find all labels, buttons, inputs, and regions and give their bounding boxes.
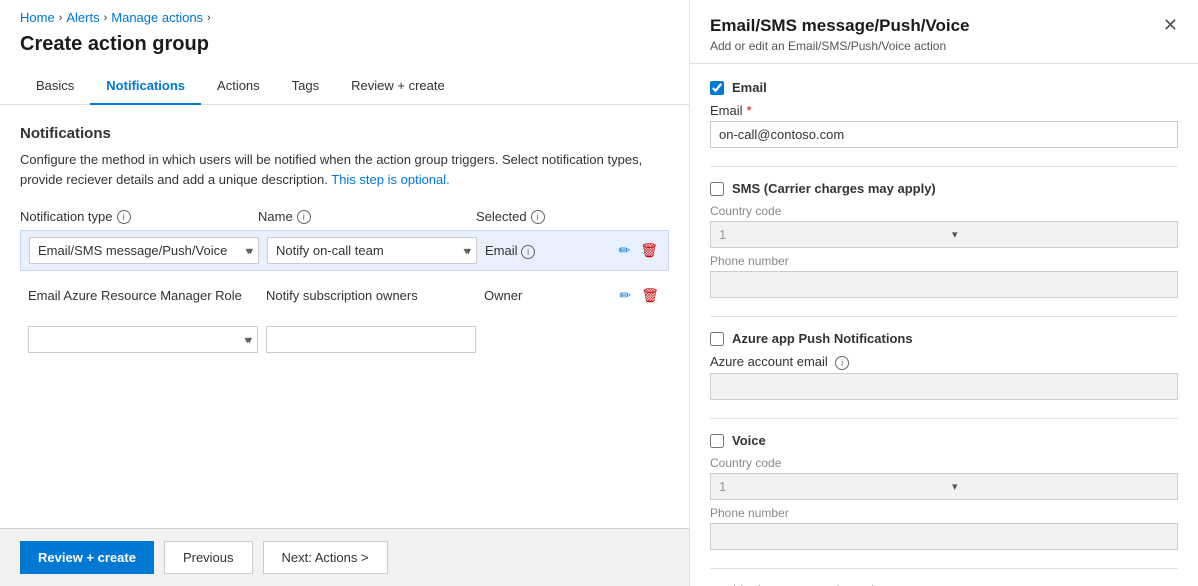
required-star: *	[747, 103, 752, 118]
table-row: Email Azure Resource Manager Role Notify…	[20, 279, 669, 312]
divider-3	[710, 418, 1178, 419]
azure-push-checkbox[interactable]	[710, 332, 724, 346]
azure-push-checkbox-row: Azure app Push Notifications	[710, 331, 1178, 346]
type-info-icon[interactable]: i	[117, 210, 131, 224]
page-title: Create action group	[0, 29, 689, 68]
voice-country-dropdown[interactable]: 1 ▾	[710, 473, 1178, 500]
left-content: Notifications Configure the method in wh…	[0, 105, 689, 528]
notification-name-select-1[interactable]: Notify on-call team	[267, 237, 477, 264]
sms-country-label: Country code	[710, 204, 1178, 218]
row2-name-label: Notify subscription owners	[266, 288, 476, 303]
azure-account-email-label: Azure account email i	[710, 354, 1178, 370]
left-panel: Home › Alerts › Manage actions › Create …	[0, 0, 690, 586]
col-type-header: Notification type i	[20, 209, 250, 224]
sms-country-code-field: Country code 1 ▾	[710, 204, 1178, 248]
right-panel-subtitle: Add or edit an Email/SMS/Push/Voice acti…	[710, 39, 970, 53]
tab-tags[interactable]: Tags	[276, 68, 335, 105]
email-checkbox[interactable]	[710, 81, 724, 95]
tab-notifications[interactable]: Notifications	[90, 68, 201, 105]
voice-checkbox-label: Voice	[732, 433, 766, 448]
email-section: Email Email * on-call@contoso.com	[710, 80, 1178, 148]
right-panel-header: Email/SMS message/Push/Voice Add or edit…	[690, 0, 1198, 64]
right-panel-title: Email/SMS message/Push/Voice	[710, 16, 970, 36]
row-2-actions: Owner ✏ 🗑	[484, 285, 661, 306]
tab-actions[interactable]: Actions	[201, 68, 276, 105]
azure-push-section: Azure app Push Notifications Azure accou…	[710, 331, 1178, 400]
azure-email-info-icon[interactable]: i	[835, 356, 849, 370]
email-input[interactable]: on-call@contoso.com	[710, 121, 1178, 148]
delete-row-1-button[interactable]: 🗑	[638, 240, 660, 261]
table-row: Email/SMS message/Push/Voice ▾ Notify on…	[20, 230, 669, 271]
footer: Review + create Previous Next: Actions >	[0, 528, 689, 586]
notification-name-select-wrapper-1: Notify on-call team ▾	[267, 237, 477, 264]
breadcrumb: Home › Alerts › Manage actions ›	[0, 0, 689, 29]
azure-account-email-field: Azure account email i	[710, 354, 1178, 400]
breadcrumb-manage-actions[interactable]: Manage actions	[111, 10, 203, 25]
col-name-header: Name i	[258, 209, 468, 224]
sms-phone-input[interactable]	[710, 271, 1178, 298]
right-panel: Email/SMS message/Push/Voice Add or edit…	[690, 0, 1198, 586]
azure-push-checkbox-label: Azure app Push Notifications	[732, 331, 913, 346]
email-checkbox-label: Email	[732, 80, 767, 95]
sms-checkbox[interactable]	[710, 182, 724, 196]
new-notification-type-select[interactable]	[28, 326, 258, 353]
row2-type-label: Email Azure Resource Manager Role	[28, 288, 258, 303]
row-1-actions: Email i ✏ 🗑	[485, 240, 660, 261]
notifications-desc: Configure the method in which users will…	[20, 150, 669, 189]
edit-row-2-button[interactable]: ✏	[617, 285, 633, 306]
previous-button[interactable]: Previous	[164, 541, 253, 574]
new-notification-name-input[interactable]	[266, 326, 476, 353]
selected-info-icon[interactable]: i	[531, 210, 545, 224]
selected-email-text: Email i	[485, 243, 610, 259]
col-selected-header: Selected i	[476, 209, 669, 224]
tab-review-create[interactable]: Review + create	[335, 68, 461, 105]
voice-country-label: Country code	[710, 456, 1178, 470]
voice-checkbox-row: Voice	[710, 433, 1178, 448]
optional-link[interactable]: This step is optional.	[331, 172, 450, 187]
email-field-group: Email * on-call@contoso.com	[710, 103, 1178, 148]
divider-2	[710, 316, 1178, 317]
voice-phone-label: Phone number	[710, 506, 1178, 520]
name-info-icon[interactable]: i	[297, 210, 311, 224]
review-create-button[interactable]: Review + create	[20, 541, 154, 574]
sms-country-chevron-icon: ▾	[944, 223, 1177, 246]
selected-owner-text: Owner	[484, 288, 611, 303]
voice-phone-input[interactable]	[710, 523, 1178, 550]
voice-country-chevron-icon: ▾	[944, 475, 1177, 498]
right-panel-titles: Email/SMS message/Push/Voice Add or edit…	[710, 16, 970, 53]
edit-row-1-button[interactable]: ✏	[616, 240, 632, 261]
notification-type-select-wrapper: Email/SMS message/Push/Voice ▾	[29, 237, 259, 264]
next-actions-button[interactable]: Next: Actions >	[263, 541, 388, 574]
new-type-select-wrapper: ▾	[28, 326, 258, 353]
breadcrumb-alerts[interactable]: Alerts	[66, 10, 99, 25]
divider-4	[710, 568, 1178, 569]
sms-section: SMS (Carrier charges may apply) Country …	[710, 181, 1178, 298]
sms-phone-field: Phone number	[710, 254, 1178, 298]
breadcrumb-home[interactable]: Home	[20, 10, 55, 25]
table-header: Notification type i Name i Selected i	[20, 209, 669, 224]
voice-country-value: 1	[711, 474, 944, 499]
email-input-label: Email *	[710, 103, 1178, 118]
sms-country-dropdown[interactable]: 1 ▾	[710, 221, 1178, 248]
sms-phone-label: Phone number	[710, 254, 1178, 268]
voice-section: Voice Country code 1 ▾ Phone number	[710, 433, 1178, 550]
voice-checkbox[interactable]	[710, 434, 724, 448]
delete-row-2-button[interactable]: 🗑	[639, 285, 661, 306]
notifications-title: Notifications	[20, 125, 669, 142]
voice-phone-field: Phone number	[710, 506, 1178, 550]
notification-type-select-1[interactable]: Email/SMS message/Push/Voice	[29, 237, 259, 264]
new-row-inputs: ▾	[20, 320, 669, 359]
tab-basics[interactable]: Basics	[20, 68, 90, 105]
sms-checkbox-row: SMS (Carrier charges may apply)	[710, 181, 1178, 196]
azure-account-email-input[interactable]	[710, 373, 1178, 400]
tabs-container: Basics Notifications Actions Tags Review…	[0, 68, 689, 105]
divider-1	[710, 166, 1178, 167]
sms-checkbox-label: SMS (Carrier charges may apply)	[732, 181, 936, 196]
close-button[interactable]: ✕	[1163, 16, 1178, 34]
sms-country-value: 1	[711, 222, 944, 247]
email-checkbox-row: Email	[710, 80, 1178, 95]
voice-country-code-field: Country code 1 ▾	[710, 456, 1178, 500]
email-selected-info[interactable]: i	[521, 245, 535, 259]
right-panel-content: Email Email * on-call@contoso.com SMS (C…	[690, 64, 1198, 586]
